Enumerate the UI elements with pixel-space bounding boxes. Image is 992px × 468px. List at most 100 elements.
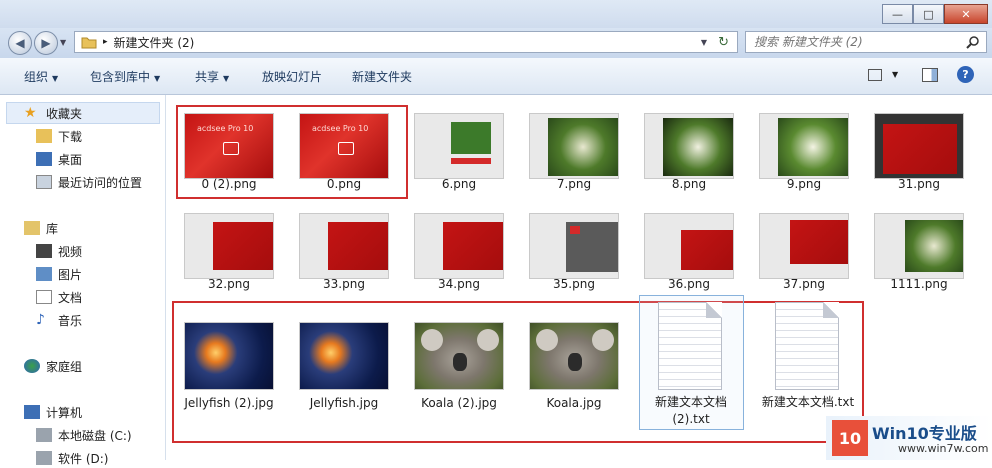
file-name: 新建文本文档 [654, 395, 727, 409]
file-list: acdsee Pro 10 0 (2).png acdsee Pro 10 0.… [166, 95, 992, 460]
file-item[interactable]: acdsee Pro 10 0 (2).png [174, 113, 284, 193]
file-item[interactable]: Koala (2).jpg [404, 322, 514, 412]
file-item[interactable]: acdsee Pro 10 0.png [289, 113, 399, 193]
sidebar-label: 收藏夹 [46, 106, 83, 121]
search-box[interactable] [745, 31, 987, 53]
sidebar-item-documents[interactable]: 文档 [36, 287, 82, 307]
image-thumbnail: acdsee Pro 10 [299, 113, 389, 179]
downloads-folder-icon [36, 129, 52, 143]
sidebar-item-libraries[interactable]: 库 [24, 218, 58, 238]
folder-icon [81, 37, 97, 49]
watermark-title: Win10专业版 [872, 424, 977, 443]
chevron-down-icon: ▼ [223, 74, 230, 83]
file-name: Jellyfish (2).jpg [184, 396, 274, 410]
file-item[interactable]: 35.png [519, 213, 629, 293]
sidebar-item-pictures[interactable]: 图片 [36, 264, 82, 284]
text-file-icon [658, 302, 722, 390]
sidebar-item-recent[interactable]: 最近访问的位置 [36, 172, 142, 192]
file-item[interactable]: 7.png [519, 113, 629, 193]
file-item-selected[interactable]: 新建文本文档 (2).txt [636, 302, 746, 426]
sidebar-label: 文档 [58, 290, 83, 305]
preview-pane-icon[interactable] [922, 68, 938, 82]
sidebar-item-homegroup[interactable]: 家庭组 [24, 356, 82, 376]
close-button[interactable]: ✕ [944, 4, 988, 24]
file-item[interactable]: 33.png [289, 213, 399, 293]
image-thumbnail [874, 113, 964, 179]
image-thumbnail [529, 113, 619, 179]
sidebar-item-favorites[interactable]: ★ 收藏夹 [24, 103, 82, 123]
search-icon[interactable] [966, 35, 980, 49]
file-item[interactable]: 37.png [749, 213, 859, 293]
help-icon[interactable]: ? [957, 66, 974, 83]
share-menu[interactable]: 共享 ▼ [195, 68, 229, 85]
image-thumbnail [644, 113, 734, 179]
file-item[interactable]: Koala.jpg [519, 322, 629, 412]
sidebar-label: 本地磁盘 (C:) [58, 428, 132, 443]
sidebar-item-downloads[interactable]: 下载 [36, 126, 82, 146]
file-name: 35.png [553, 277, 595, 291]
sidebar-item-computer[interactable]: 计算机 [24, 402, 82, 422]
image-thumbnail [759, 213, 849, 279]
recent-pages-dropdown[interactable]: ▼ [60, 38, 66, 47]
sidebar-label: 最近访问的位置 [58, 175, 143, 190]
drive-icon [36, 451, 52, 465]
file-item[interactable]: Jellyfish (2).jpg [174, 322, 284, 412]
image-thumbnail: acdsee Pro 10 [184, 113, 274, 179]
watermark-url: www.win7w.com [898, 442, 989, 455]
image-thumbnail [299, 322, 389, 390]
new-folder-button[interactable]: 新建文件夹 [352, 68, 412, 85]
file-name-line2: (2).txt [672, 412, 710, 426]
address-text: 新建文件夹 (2) [113, 35, 195, 50]
slideshow-button[interactable]: 放映幻灯片 [262, 68, 322, 85]
file-name: Koala.jpg [546, 396, 602, 410]
watermark: 10 Win10专业版 www.win7w.com [826, 416, 992, 460]
file-item[interactable]: 8.png [634, 113, 744, 193]
win10-logo-icon: 10 [832, 420, 868, 456]
file-name: 6.png [441, 177, 477, 191]
image-thumbnail [529, 213, 619, 279]
sidebar-label: 软件 (D:) [58, 451, 109, 466]
sidebar-label: 库 [46, 221, 59, 236]
file-item[interactable]: 9.png [749, 113, 859, 193]
file-item[interactable]: 36.png [634, 213, 744, 293]
sidebar-item-local-disk[interactable]: 本地磁盘 (C:) [36, 425, 132, 445]
include-library-menu[interactable]: 包含到库中 ▼ [90, 68, 160, 85]
sidebar-item-software-drive[interactable]: 软件 (D:) [36, 448, 108, 468]
text-file-icon [775, 302, 839, 390]
sidebar-label: 下载 [58, 129, 83, 144]
file-item[interactable]: 34.png [404, 213, 514, 293]
view-icon[interactable] [868, 69, 882, 81]
forward-button[interactable]: ▶ [34, 31, 58, 55]
file-name: Koala (2).jpg [421, 396, 497, 410]
image-thumbnail [414, 322, 504, 390]
search-input[interactable] [746, 34, 956, 50]
organize-menu[interactable]: 组织 ▼ [24, 68, 58, 85]
sidebar-item-music[interactable]: ♪ 音乐 [36, 310, 82, 330]
file-name: 8.png [671, 177, 707, 191]
address-dropdown-icon[interactable]: ▼ [701, 38, 707, 47]
sidebar-item-videos[interactable]: 视频 [36, 241, 82, 261]
refresh-icon[interactable]: ↻ [718, 35, 729, 50]
address-bar[interactable]: ▸ 新建文件夹 (2) ▼ ↻ [74, 31, 738, 53]
maximize-button[interactable]: □ [913, 4, 944, 24]
file-name: Jellyfish.jpg [309, 396, 379, 410]
back-button[interactable]: ◀ [8, 31, 32, 55]
image-thumbnail [414, 213, 504, 279]
thumbnail-text: acdsee Pro 10 [197, 124, 254, 133]
file-name: 0 (2).png [201, 177, 257, 191]
file-name: 37.png [783, 277, 825, 291]
file-item[interactable]: 6.png [404, 113, 514, 193]
file-item[interactable]: 32.png [174, 213, 284, 293]
file-item[interactable]: 新建文本文档.txt [753, 302, 863, 422]
homegroup-icon [24, 359, 40, 373]
sidebar-label: 图片 [58, 267, 83, 282]
file-item[interactable]: Jellyfish.jpg [289, 322, 399, 412]
sidebar-item-desktop[interactable]: 桌面 [36, 149, 82, 169]
sidebar-label: 音乐 [58, 313, 83, 328]
navigation-bar: ◀ ▶ ▼ ▸ 新建文件夹 (2) ▼ ↻ [0, 28, 992, 58]
title-bar: — □ ✕ [0, 0, 992, 28]
minimize-button[interactable]: — [882, 4, 913, 24]
file-item[interactable]: 31.png [864, 113, 974, 193]
view-dropdown-icon[interactable]: ▼ [892, 70, 898, 79]
file-item[interactable]: 1111.png [864, 213, 974, 293]
